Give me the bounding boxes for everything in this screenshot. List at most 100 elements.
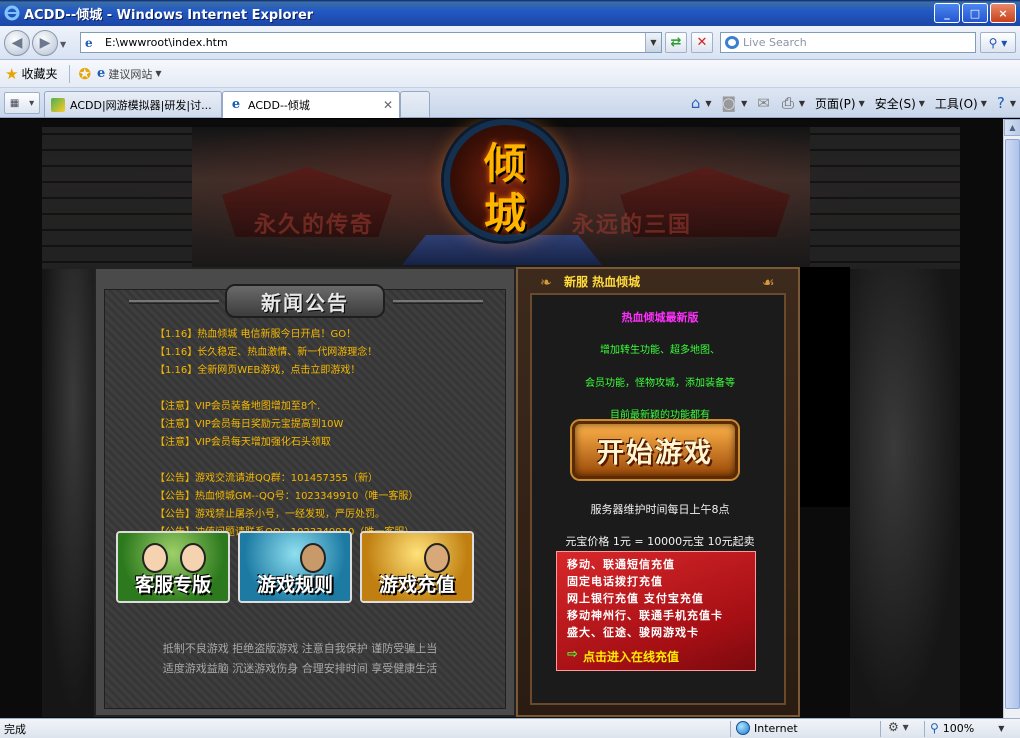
- tab-label: ACDD--倾城: [248, 99, 310, 112]
- suggested-sites-link[interactable]: e 建议网站 ▼: [97, 66, 161, 82]
- stone-lion-decor: [850, 269, 960, 717]
- recharge-method: 网上银行充值 支付宝充值: [567, 592, 704, 605]
- game-logo-text: 倾城: [483, 139, 526, 238]
- site-favicon-icon: [51, 97, 65, 112]
- back-button[interactable]: ◀: [4, 30, 30, 56]
- ornament-icon: ❧: [540, 275, 552, 291]
- tab-label: ACDD|网游模拟器|研发|讨...: [70, 98, 212, 112]
- news-list: 【1.16】热血倾城 电信新服今日开启！GO！ 【1.16】长久稳定、热血激情、…: [155, 326, 495, 542]
- chevron-down-icon: ▼: [798, 98, 805, 108]
- promo-frame: ❧ ☙ 新服 热血倾城 热血倾城最新版 增加转生功能、超多地图、 会员功能，怪物…: [516, 267, 800, 717]
- recharge-method: 移动神州行、联通手机充值卡: [567, 609, 723, 622]
- vertical-scrollbar[interactable]: ▲: [1003, 119, 1020, 718]
- news-item[interactable]: 【1.16】全新网页WEB游戏，点击立即游戏！: [155, 362, 495, 380]
- address-field[interactable]: e E:\wwwroot\index.htm ▼: [80, 32, 662, 53]
- zoom-control[interactable]: ⚲ 100% ▼: [930, 721, 1004, 735]
- close-button[interactable]: ×: [990, 3, 1016, 23]
- home-button[interactable]: ⌂ ▼: [691, 94, 712, 112]
- game-recharge-button[interactable]: 游戏充值: [360, 531, 474, 603]
- chevron-down-icon: ▼: [155, 69, 162, 78]
- divider: [924, 721, 925, 737]
- feeds-button[interactable]: ◙ ▼: [722, 94, 748, 112]
- scroll-thumb[interactable]: [1005, 139, 1020, 709]
- stop-button[interactable]: ✕: [691, 32, 713, 53]
- quick-tabs-button[interactable]: ▦ ▾: [4, 92, 40, 114]
- online-recharge-link[interactable]: 点击进入在线充值: [583, 648, 679, 665]
- news-item[interactable]: 【1.16】长久稳定、热血激情、新一代网游理念！: [155, 344, 495, 362]
- recharge-method: 固定电话拨打充值: [567, 575, 663, 588]
- tab-acdd-forum[interactable]: ACDD|网游模拟器|研发|讨...: [44, 91, 222, 117]
- favorites-button[interactable]: 收藏夹: [21, 65, 57, 82]
- protected-mode-icon[interactable]: ⚙ ▾: [888, 720, 909, 734]
- printer-icon: ⎙: [781, 94, 794, 112]
- window-title: ACDD--倾城 - Windows Internet Explorer: [24, 7, 314, 23]
- promo-feature-line: 会员功能，怪物攻城，添加装备等: [585, 378, 735, 389]
- customer-service-button[interactable]: 客服专版: [116, 531, 230, 603]
- arrow-right-icon: ⇨: [567, 647, 578, 662]
- divider: [730, 721, 731, 737]
- tab-acdd-qingcheng[interactable]: e ACDD--倾城 ✕: [222, 91, 400, 118]
- mail-button[interactable]: ✉: [757, 94, 772, 112]
- search-button[interactable]: ⚲ ▾: [980, 32, 1016, 53]
- health-notice: 抵制不良游戏 拒绝盗版游戏 注意自我保护 谨防受骗上当 适度游戏益脑 沉迷游戏伤…: [130, 639, 470, 679]
- security-zone[interactable]: Internet: [736, 721, 798, 735]
- rss-icon: ◙: [721, 94, 737, 112]
- search-input[interactable]: Live Search: [720, 32, 976, 53]
- forward-button[interactable]: ▶: [32, 30, 58, 56]
- live-search-icon: [725, 36, 739, 49]
- address-dropdown-icon[interactable]: ▼: [645, 33, 661, 52]
- command-bar: ⌂ ▼ ◙ ▼ ✉ ⎙ ▼ 页面(P) ▼ 安全(S) ▼ 工具(O) ▼ ? ▼: [681, 88, 1020, 118]
- character-portrait: [142, 543, 168, 573]
- news-item[interactable]: 【公告】游戏禁止屠杀小号，一经发现，严厉处罚。: [155, 506, 495, 524]
- recharge-banner[interactable]: 移动、联通短信充值 固定电话拨打充值 网上银行充值 支付宝充值 移动神州行、联通…: [556, 551, 756, 671]
- ie-page-icon: e: [97, 66, 106, 81]
- news-item[interactable]: 【1.16】热血倾城 电信新服今日开启！GO！: [155, 326, 495, 344]
- magnifier-icon: ⚲ ▾: [988, 35, 1008, 50]
- new-tab-button[interactable]: [400, 91, 430, 117]
- page-menu[interactable]: 页面(P) ▼: [815, 95, 865, 112]
- chevron-down-icon: ▼: [980, 98, 987, 108]
- divider: [393, 300, 483, 304]
- scroll-up-icon[interactable]: ▲: [1004, 119, 1020, 136]
- promo-panel: 热血倾城最新版 增加转生功能、超多地图、 会员功能，怪物攻城，添加装备等 目前最…: [530, 293, 786, 705]
- start-game-button[interactable]: 开始游戏: [572, 421, 738, 479]
- divider: [880, 721, 881, 737]
- home-icon: ⌂: [690, 94, 701, 112]
- refresh-icon: ⇄: [670, 35, 682, 50]
- news-item[interactable]: 【注意】VIP会员每天增加强化石头领取: [155, 434, 495, 452]
- game-rules-label: 游戏规则: [256, 574, 333, 596]
- chevron-down-icon: ▼: [998, 723, 1005, 733]
- character-portrait: [300, 543, 326, 573]
- character-portrait: [424, 543, 450, 573]
- favorites-star-icon: ★: [5, 64, 19, 83]
- safety-menu-label: 安全(S): [874, 96, 916, 111]
- safety-menu[interactable]: 安全(S) ▼: [875, 95, 925, 112]
- promo-header: 新服 热血倾城: [564, 275, 641, 289]
- maximize-button[interactable]: □: [962, 3, 988, 23]
- suggested-sites-label: 建议网站: [108, 67, 153, 81]
- address-toolbar: ◀ ▶ ▼ e E:\wwwroot\index.htm ▼ ⇄ ✕ Live …: [0, 26, 1020, 60]
- help-button[interactable]: ? ▼: [997, 94, 1016, 112]
- chevron-down-icon: ▼: [741, 98, 748, 108]
- news-item[interactable]: 【公告】热血倾城GM--QQ号：1023349910（唯一客服）: [155, 488, 495, 506]
- news-item[interactable]: 【公告】游戏交流请进QQ群：101457355（新）: [155, 470, 495, 488]
- promo-feature-line: 增加转生功能、超多地图、: [600, 345, 720, 356]
- address-url: E:\wwwroot\index.htm: [105, 36, 228, 49]
- promo-feature-line: 目前最新颖的功能都有: [610, 410, 710, 421]
- back-arrow-icon: ◀: [11, 35, 23, 51]
- history-dropdown-icon[interactable]: ▼: [60, 40, 66, 49]
- globe-icon: [736, 721, 750, 735]
- close-tab-icon[interactable]: ✕: [383, 98, 393, 112]
- favorites-bar: ★ 收藏夹 ✪ e 建议网站 ▼: [0, 60, 1020, 88]
- refresh-button[interactable]: ⇄: [665, 32, 687, 53]
- game-rules-button[interactable]: 游戏规则: [238, 531, 352, 603]
- banner-slogan-left: 永久的传奇: [254, 212, 375, 238]
- news-item[interactable]: 【注意】VIP会员每日奖励元宝提高到10W: [155, 416, 495, 434]
- print-button[interactable]: ⎙ ▼: [782, 94, 805, 112]
- news-item[interactable]: 【注意】VIP会员装备地图增加至8个.: [155, 398, 495, 416]
- stone-lion-decor: [42, 269, 94, 717]
- tools-menu[interactable]: 工具(O) ▼: [935, 95, 987, 112]
- add-favorite-icon[interactable]: ✪: [78, 65, 91, 83]
- minimize-button[interactable]: _: [934, 3, 960, 23]
- grid-icon: ▦: [9, 97, 20, 109]
